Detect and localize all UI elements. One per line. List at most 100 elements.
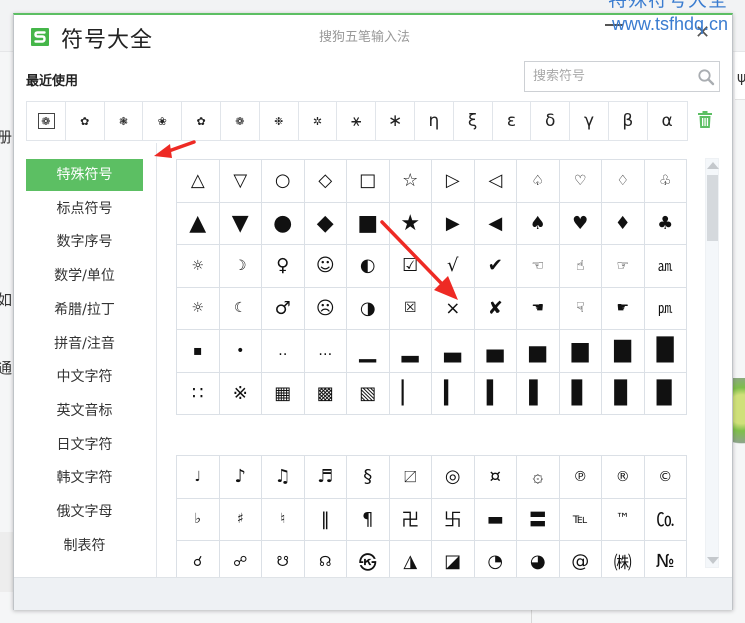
symbol-cell[interactable]: ™ — [602, 498, 645, 541]
symbol-cell[interactable]: ℡ — [559, 498, 602, 541]
recent-symbol-cell[interactable]: γ — [570, 102, 609, 140]
recent-symbol-cell[interactable]: α — [648, 102, 687, 140]
scrollbar[interactable] — [705, 158, 719, 568]
symbol-cell[interactable]: ㏇ — [644, 498, 687, 541]
symbol-cell[interactable]: © — [644, 456, 687, 499]
symbol-cell[interactable]: ¤ — [474, 456, 517, 499]
symbol-cell[interactable]: ▄ — [474, 330, 517, 373]
sidebar-item-category[interactable]: 数字序号 — [26, 226, 143, 258]
symbol-cell[interactable]: ◕ — [517, 541, 560, 577]
symbol-cell[interactable]: ▷ — [432, 160, 475, 203]
symbol-cell[interactable]: ☆ — [389, 160, 432, 203]
symbol-cell[interactable]: ☹ — [304, 287, 347, 330]
symbol-cell[interactable]: ☊ — [305, 541, 347, 577]
sidebar-item-category[interactable]: 特殊符号 — [26, 159, 143, 191]
symbol-cell[interactable]: ♣ — [644, 202, 687, 245]
sidebar-item-category[interactable]: 希腊/拉丁 — [26, 294, 143, 326]
symbol-cell[interactable]: □ — [347, 160, 390, 203]
symbol-cell[interactable]: ◇ — [304, 160, 347, 203]
symbol-cell[interactable]: ☞ — [602, 245, 645, 288]
symbol-cell[interactable]: ☑ — [389, 245, 432, 288]
symbol-cell[interactable]: ◎ — [432, 456, 475, 499]
symbol-cell[interactable]: ♩ — [177, 456, 220, 499]
symbol-cell[interactable]: ☚ — [517, 287, 560, 330]
symbol-cell[interactable]: × — [432, 287, 475, 330]
symbol-cell[interactable]: ♬ — [304, 456, 347, 499]
symbol-cell[interactable]: ▏ — [389, 372, 432, 415]
recent-symbol-cell[interactable]: δ — [531, 102, 571, 140]
search-input[interactable] — [525, 62, 690, 91]
sidebar-item-category[interactable]: 韩文字符 — [26, 462, 143, 494]
recent-symbol-cell[interactable]: ❀ — [143, 102, 183, 140]
trash-icon[interactable] — [697, 111, 713, 129]
recent-symbol-cell[interactable]: ∗ — [376, 102, 415, 140]
symbol-cell[interactable]: ♦ — [602, 202, 645, 245]
symbol-cell[interactable]: ◔ — [475, 541, 517, 577]
symbol-cell[interactable]: ◐ — [347, 245, 390, 288]
symbol-cell[interactable]: ♠ — [517, 202, 560, 245]
symbol-cell[interactable]: 〼 — [389, 456, 432, 499]
symbol-cell[interactable]: ☜ — [517, 245, 560, 288]
symbol-cell[interactable]: ▩ — [304, 372, 347, 415]
symbol-cell[interactable]: ¶ — [347, 498, 390, 541]
recent-symbol-cell[interactable]: ❁ — [27, 102, 66, 140]
symbol-cell[interactable]: ▃ — [432, 330, 475, 373]
symbol-cell[interactable]: ® — [602, 456, 645, 499]
symbol-cell[interactable]: ♤ — [517, 160, 560, 203]
symbol-cell[interactable]: ★ — [389, 202, 432, 245]
recent-symbol-cell[interactable]: η — [415, 102, 454, 140]
scroll-down-arrow-icon[interactable] — [707, 557, 719, 564]
symbol-cell[interactable]: 卐 — [432, 498, 475, 541]
sidebar-item-category[interactable]: 数学/单位 — [26, 260, 143, 292]
symbol-cell[interactable]: ۞ — [517, 456, 560, 499]
symbol-cell[interactable]: ◆ — [304, 202, 347, 245]
symbol-cell[interactable]: ○ — [262, 160, 305, 203]
symbol-cell[interactable]: ♮ — [262, 498, 305, 541]
symbol-cell[interactable]: ♫ — [262, 456, 305, 499]
recent-symbol-cell[interactable]: ⚹ — [337, 102, 377, 140]
symbol-cell[interactable]: ▪ — [177, 330, 220, 373]
symbol-cell[interactable]: ♢ — [602, 160, 645, 203]
symbol-cell[interactable]: ※ — [219, 372, 262, 415]
symbol-cell[interactable]: ‥ — [262, 330, 305, 373]
symbol-cell[interactable]: ☺ — [304, 245, 347, 288]
recent-symbol-cell[interactable]: ✿ — [66, 102, 105, 140]
symbol-cell[interactable]: ▆ — [559, 330, 602, 373]
symbol-cell[interactable]: ▂ — [389, 330, 432, 373]
symbol-cell[interactable]: ☌ — [177, 541, 220, 577]
symbol-cell[interactable]: √ — [432, 245, 475, 288]
recent-symbol-cell[interactable]: ❃ — [105, 102, 144, 140]
symbol-cell[interactable]: ☟ — [559, 287, 602, 330]
symbol-cell[interactable]: ▬ — [474, 498, 517, 541]
symbol-cell[interactable]: ▼ — [219, 202, 262, 245]
symbol-cell[interactable]: ♭ — [177, 498, 220, 541]
symbol-cell[interactable]: ∷ — [177, 372, 220, 415]
symbol-cell[interactable]: ☽ — [219, 245, 262, 288]
symbol-cell[interactable]: ▁ — [347, 330, 390, 373]
scroll-up-arrow-icon[interactable] — [707, 162, 719, 169]
symbol-cell[interactable]: ☋ — [262, 541, 305, 577]
sidebar-item-category[interactable]: 英文音标 — [26, 395, 143, 427]
symbol-cell[interactable]: ■ — [347, 202, 390, 245]
recent-symbol-cell[interactable]: ✿ — [182, 102, 221, 140]
scrollbar-thumb[interactable] — [707, 175, 718, 241]
recent-symbol-cell[interactable]: ❁ — [221, 102, 260, 140]
sidebar-item-category[interactable]: 标点符号 — [26, 193, 143, 225]
minimize-button[interactable] — [603, 22, 625, 34]
symbol-cell[interactable]: ☒ — [389, 287, 432, 330]
symbol-cell[interactable]: § — [347, 456, 390, 499]
symbol-cell[interactable]: ♪ — [219, 456, 262, 499]
symbol-cell[interactable]: ▍ — [474, 372, 517, 415]
symbol-cell[interactable]: ◀ — [474, 202, 517, 245]
symbol-cell[interactable]: … — [304, 330, 347, 373]
recent-symbol-cell[interactable]: ✲ — [299, 102, 338, 140]
symbol-cell[interactable]: ㈱ — [602, 541, 645, 577]
symbol-cell[interactable]: ◮ — [390, 541, 432, 577]
symbol-cell[interactable]: ◁ — [474, 160, 517, 203]
symbol-cell[interactable]: ▎ — [432, 372, 475, 415]
sidebar-item-category[interactable]: 制表符 — [26, 530, 143, 562]
symbol-cell[interactable]: ▉ — [644, 372, 687, 415]
symbol-cell[interactable]: ☝ — [559, 245, 602, 288]
symbol-cell[interactable]: ▲ — [177, 202, 220, 245]
symbol-cell[interactable]: ● — [262, 202, 305, 245]
